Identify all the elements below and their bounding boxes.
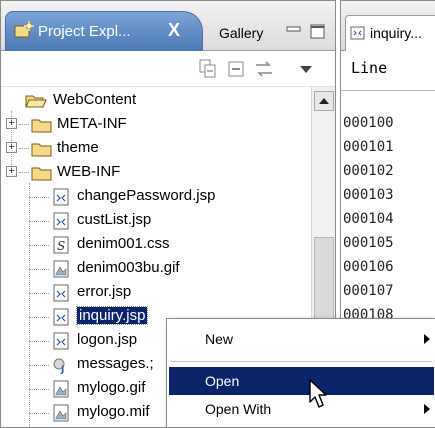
menu-separator — [171, 361, 432, 363]
tab-project-explorer[interactable]: Project Expl... X — [5, 11, 203, 51]
properties-file-icon: J — [53, 358, 65, 375]
tree-item-label: error.jsp — [77, 283, 132, 300]
project-explorer-icon — [14, 21, 34, 38]
submenu-arrow-icon — [424, 334, 430, 344]
tab-label: Gallery — [219, 25, 264, 41]
menu-item-label: New — [205, 331, 234, 347]
menu-item-new[interactable]: New — [169, 325, 434, 353]
tree-item-label: theme — [57, 139, 99, 156]
editor-column-header: Line — [341, 51, 435, 91]
context-menu: New Open Open With — [166, 318, 435, 428]
submenu-arrow-icon — [424, 404, 430, 414]
tree-item-custlist-jsp[interactable]: custList.jsp — [1, 209, 311, 233]
menu-item-label: Open — [205, 373, 240, 389]
view-menu-icon[interactable] — [297, 60, 315, 78]
view-toolbar — [1, 51, 335, 87]
expand-icon[interactable]: + — [6, 118, 17, 129]
svg-text:J: J — [60, 365, 64, 375]
link-with-editor-icon[interactable] — [253, 58, 275, 80]
jsp-file-icon — [53, 308, 69, 326]
tree-item-label: WEB-INF — [57, 163, 121, 180]
expand-icon[interactable]: + — [6, 142, 17, 153]
menu-item-open[interactable]: Open — [169, 367, 434, 395]
tree-item-label: mylogo.mif — [77, 403, 150, 420]
tree-item-label: custList.jsp — [77, 211, 152, 228]
jsp-file-icon — [53, 284, 69, 302]
jsp-file-icon — [53, 188, 69, 206]
folder-icon — [31, 143, 52, 157]
folder-open-icon — [25, 95, 47, 108]
image-file-icon — [53, 260, 69, 278]
tree-item-label: mylogo.gif — [77, 379, 146, 396]
line-number: 000100 — [343, 115, 394, 131]
collapse-all-icon[interactable] — [197, 58, 219, 80]
tree-item-denim001-css[interactable]: S denim001.css — [1, 233, 311, 257]
tree-item-label: WebContent — [53, 91, 137, 108]
close-tab-button[interactable]: X — [168, 20, 180, 41]
jsp-file-icon — [53, 332, 69, 350]
jsp-file-icon — [350, 26, 365, 40]
tree-item-changepassword-jsp[interactable]: changePassword.jsp — [1, 185, 311, 209]
scroll-up-button[interactable] — [314, 91, 334, 111]
tree-item-web-inf[interactable]: + WEB-INF — [1, 161, 311, 185]
line-number: 000103 — [343, 187, 394, 203]
line-number: 000107 — [343, 283, 394, 299]
expand-icon[interactable]: + — [6, 166, 17, 177]
editor-tab-bar: inquiry... — [341, 1, 435, 51]
tree-item-label: META-INF — [57, 115, 127, 132]
image-file-icon — [53, 380, 69, 398]
folder-icon — [31, 119, 52, 133]
line-number: 000104 — [343, 211, 394, 227]
tree-item-label-selected: inquiry.jsp — [75, 306, 149, 325]
css-file-icon: S — [53, 236, 69, 254]
tree-item-webcontent[interactable]: WebContent — [1, 89, 311, 113]
left-tab-bar: Project Expl... X Gallery — [1, 1, 335, 51]
svg-text:S: S — [57, 239, 65, 253]
tree-item-denim003bu-gif[interactable]: denim003bu.gif — [1, 257, 311, 281]
tree-item-label: denim001.css — [77, 235, 170, 252]
image-file-icon — [53, 404, 69, 422]
line-number: 000106 — [343, 259, 394, 275]
tab-label: inquiry... — [370, 25, 422, 41]
jsp-file-icon — [53, 212, 69, 230]
tree-item-meta-inf[interactable]: + META-INF — [1, 113, 311, 137]
line-number: 000102 — [343, 163, 394, 179]
tree-item-theme[interactable]: + theme — [1, 137, 311, 161]
line-number: 000105 — [343, 235, 394, 251]
tab-gallery[interactable]: Gallery — [203, 21, 281, 51]
folder-icon — [31, 167, 52, 181]
tab-inquiry-editor[interactable]: inquiry... — [345, 15, 435, 51]
tree-item-label: denim003bu.gif — [77, 259, 180, 276]
collapse-icon[interactable] — [225, 58, 247, 80]
arrow-up-icon — [319, 98, 329, 104]
tree-item-label: changePassword.jsp — [77, 187, 216, 204]
menu-item-open-with[interactable]: Open With — [169, 395, 434, 423]
maximize-icon[interactable] — [309, 23, 327, 41]
tree-item-label: logon.jsp — [77, 331, 138, 348]
menu-item-label: Open With — [205, 401, 272, 417]
line-number: 000101 — [343, 139, 394, 155]
minimize-icon[interactable] — [285, 23, 303, 41]
tree-item-error-jsp[interactable]: error.jsp — [1, 281, 311, 305]
tab-label: Project Expl... — [38, 23, 131, 40]
tree-item-label: messages.; — [77, 355, 154, 372]
line-column-header: Line — [351, 59, 388, 77]
